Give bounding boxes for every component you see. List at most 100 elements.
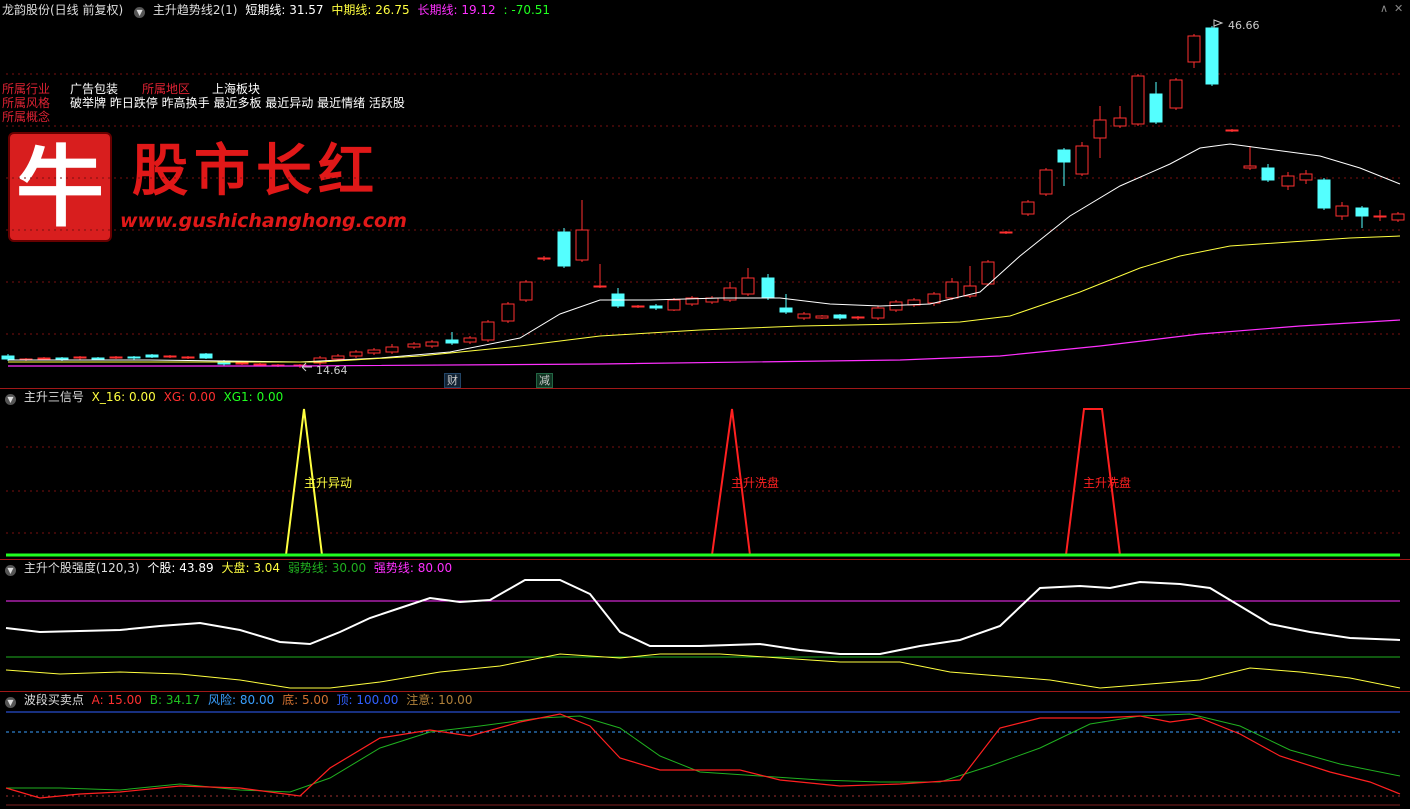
high-marker: [1213, 19, 1224, 28]
candle[interactable]: [1225, 129, 1239, 132]
candle[interactable]: [367, 348, 381, 355]
candle[interactable]: [109, 356, 123, 359]
candle[interactable]: [833, 314, 847, 320]
candle[interactable]: [199, 353, 213, 359]
b-value: 34.17: [165, 693, 201, 707]
candle[interactable]: [1391, 212, 1405, 222]
candle[interactable]: [407, 342, 421, 349]
candle[interactable]: [815, 315, 829, 319]
scroll-up-icon[interactable]: ∧: [1380, 2, 1388, 15]
candle[interactable]: [349, 350, 363, 358]
candle[interactable]: [537, 256, 551, 261]
candle[interactable]: [425, 340, 439, 348]
candle[interactable]: [1355, 206, 1369, 228]
candle[interactable]: [1317, 178, 1331, 210]
pane4-dropdown-icon[interactable]: ▼: [5, 697, 16, 708]
candle[interactable]: [1093, 106, 1107, 158]
candle[interactable]: [1131, 74, 1145, 126]
candle[interactable]: [1261, 164, 1275, 182]
candle[interactable]: [1021, 200, 1035, 216]
candle[interactable]: [1281, 172, 1295, 190]
candle[interactable]: [463, 336, 477, 344]
weak-line-label: 弱势线:: [287, 561, 328, 575]
candle[interactable]: [1075, 142, 1089, 176]
candle[interactable]: [981, 260, 995, 286]
close-icon[interactable]: ✕: [1394, 2, 1403, 15]
candle[interactable]: [1039, 168, 1053, 196]
signal-chart[interactable]: [0, 405, 1410, 560]
candle[interactable]: [851, 316, 865, 320]
candle[interactable]: [163, 355, 177, 358]
candle[interactable]: [557, 228, 571, 268]
candle[interactable]: [685, 296, 699, 306]
candle[interactable]: [1299, 170, 1313, 184]
candle[interactable]: [593, 264, 607, 288]
indicator-name[interactable]: 主升趋势线2(1): [153, 3, 238, 17]
candle[interactable]: [797, 312, 811, 320]
candle[interactable]: [611, 288, 625, 308]
candle[interactable]: [871, 306, 885, 320]
strength-chart[interactable]: [0, 576, 1410, 691]
candle[interactable]: [907, 298, 921, 307]
candle[interactable]: [761, 274, 775, 300]
candle[interactable]: [1113, 106, 1127, 128]
signal-label-2: 主升洗盘: [731, 476, 780, 490]
candle[interactable]: [1335, 202, 1349, 220]
long-term-line: [8, 319, 1401, 367]
bottom-label: 底:: [282, 693, 299, 707]
candle[interactable]: [1187, 34, 1201, 68]
stock-strength-value: 43.89: [179, 561, 214, 575]
pane2-name[interactable]: 主升三信号: [24, 390, 84, 404]
candle[interactable]: [1373, 210, 1387, 221]
attention-value: 10.00: [438, 693, 473, 707]
candle[interactable]: [631, 305, 645, 308]
risk-value: 80.00: [239, 693, 275, 707]
pane3-name[interactable]: 主升个股强度(120,3): [24, 561, 140, 575]
long-line-value: 19.12: [461, 3, 496, 17]
candle[interactable]: [779, 294, 793, 314]
candle[interactable]: [945, 278, 959, 300]
candle[interactable]: [519, 280, 533, 302]
tag-financial[interactable]: 财: [444, 373, 461, 388]
candle[interactable]: [145, 354, 159, 358]
candle[interactable]: [481, 320, 495, 342]
pane4-name[interactable]: 波段买卖点: [24, 693, 84, 707]
stock-title[interactable]: 龙韵股份(日线 前复权): [2, 3, 123, 17]
candle[interactable]: [1149, 82, 1163, 124]
candle[interactable]: [649, 304, 663, 310]
x16-label: X_16:: [91, 390, 126, 404]
strong-line-value: 80.00: [417, 561, 453, 575]
strong-line-label: 强势线:: [373, 561, 414, 575]
b-line: [6, 713, 1401, 793]
pane2-dropdown-icon[interactable]: ▼: [5, 394, 16, 405]
candle[interactable]: [73, 356, 87, 360]
candle[interactable]: [575, 200, 589, 262]
candle[interactable]: [181, 356, 195, 359]
mid-line-value: 26.75: [375, 3, 410, 17]
top-label: 顶:: [336, 693, 353, 707]
candle[interactable]: [741, 268, 755, 296]
candle[interactable]: [1057, 148, 1071, 186]
candle[interactable]: [667, 298, 681, 311]
price-chart[interactable]: [0, 16, 1410, 388]
candle[interactable]: [385, 344, 399, 354]
candle[interactable]: [1205, 26, 1219, 86]
candle[interactable]: [723, 282, 737, 302]
a-label: A:: [91, 693, 104, 707]
candle[interactable]: [501, 302, 515, 323]
signal-label-3: 主升洗盘: [1083, 476, 1132, 490]
wave-chart[interactable]: [0, 708, 1410, 809]
candle[interactable]: [1243, 146, 1257, 170]
candle[interactable]: [999, 231, 1013, 234]
long-line-label: 长期线:: [417, 3, 458, 17]
signal-label-1: 主升异动: [304, 476, 353, 490]
pane3-header: ▼ 主升个股强度(120,3) 个股: 43.89 大盘: 3.04 弱势线: …: [2, 560, 456, 576]
candle[interactable]: [705, 296, 719, 304]
candle[interactable]: [127, 356, 141, 360]
high-price-label: 46.66: [1228, 19, 1260, 32]
pane2-header: ▼ 主升三信号 X_16: 0.00 XG: 0.00 XG1: 0.00: [2, 389, 287, 405]
pane3-dropdown-icon[interactable]: ▼: [5, 565, 16, 576]
tag-reduce[interactable]: 减: [536, 373, 553, 388]
candle[interactable]: [1169, 78, 1183, 110]
xg-label: XG:: [163, 390, 186, 404]
